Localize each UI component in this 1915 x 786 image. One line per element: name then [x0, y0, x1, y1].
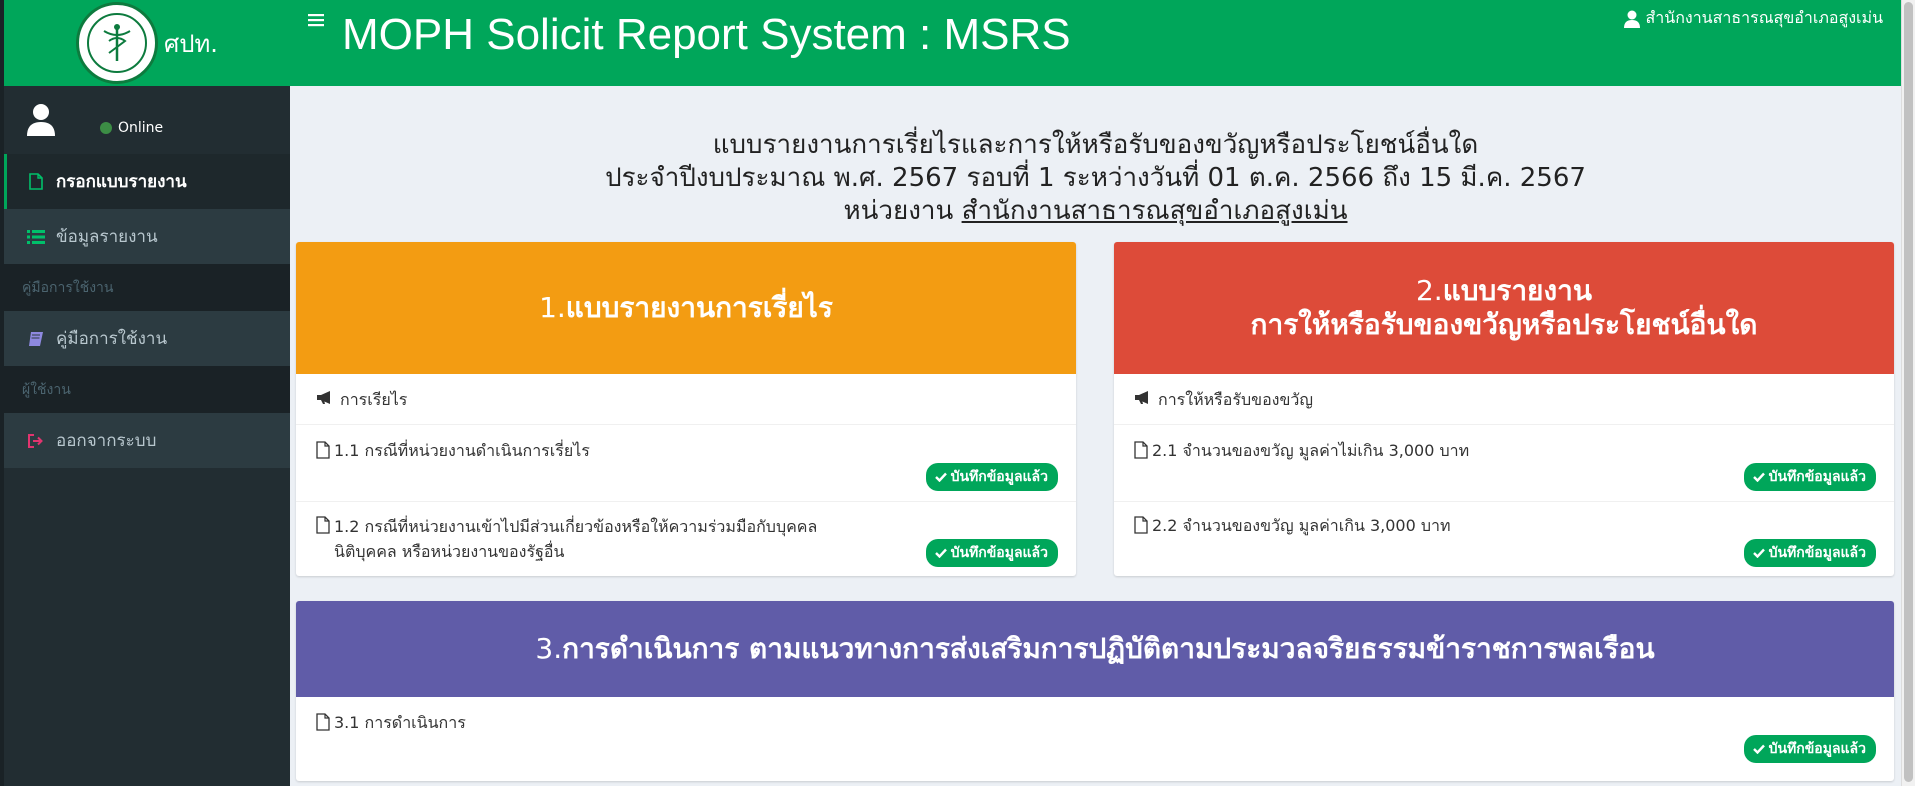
bullhorn-icon — [1135, 391, 1148, 404]
file-icon — [24, 173, 48, 190]
sign-out-icon — [24, 433, 48, 448]
list-item[interactable]: 2.2 จำนวนของขวัญ มูลค่าเกิน 3,000 บาท บั… — [1114, 502, 1894, 576]
badge-label: บันทึกข้อมูลแล้ว — [950, 469, 1048, 485]
list-item[interactable]: 1.1 กรณีที่หน่วยงานดำเนินการเรี่ยไร บันท… — [296, 425, 1076, 502]
bullhorn-icon — [317, 391, 330, 404]
main-content: แบบรายงานการเรี่ยไรและการให้หรือรับของขว… — [290, 86, 1901, 786]
sidebar-header-manual: คู่มือการใช้งาน — [4, 264, 290, 311]
panel-gift-header: 2.แบบรายงาน การให้หรือรับของขวัญหรือประโ… — [1114, 242, 1894, 374]
badge-label: บันทึกข้อมูลแล้ว — [1768, 545, 1866, 561]
panel-title-line2: การให้หรือรับของขวัญหรือประโยชน์อื่นใด — [1250, 308, 1758, 341]
unit-prefix: หน่วยงาน — [843, 196, 962, 226]
unit-name: สำนักงานสาธารณสุขอำเภอสูงเม่น — [961, 196, 1348, 226]
sidebar-item-manual[interactable]: คู่มือการใช้งาน — [4, 311, 290, 366]
logo-area[interactable]: ศปท. — [4, 0, 290, 86]
status-badge: บันทึกข้อมูลแล้ว — [925, 539, 1058, 567]
ministry-seal-logo — [76, 2, 158, 84]
scrollbar-thumb[interactable] — [1904, 2, 1913, 782]
check-icon — [934, 548, 947, 558]
panel-ethics-header: 3.การดำเนินการ ตามแนวทางการส่งเสริมการปฏ… — [296, 601, 1894, 697]
sidebar-item-fill-report[interactable]: กรอกแบบรายงาน — [4, 154, 290, 209]
sidebar-item-label: คู่มือการใช้งาน — [56, 329, 168, 349]
item-label: 3.1 การดำเนินการ — [334, 713, 466, 732]
check-icon — [1752, 548, 1765, 558]
panel-title: แบบรายงานการเรี่ยไร — [565, 291, 833, 324]
sidebar-header-user: ผู้ใช้งาน — [4, 366, 290, 413]
panel-title: แบบรายงาน — [1442, 274, 1592, 307]
check-icon — [1752, 472, 1765, 482]
panel-subheader: การให้หรือรับของขวัญ — [1114, 374, 1894, 425]
list-icon — [24, 229, 48, 244]
subheader-label: การเรียไร — [340, 390, 408, 409]
item-label: 1.1 กรณีที่หน่วยงานดำเนินการเรี่ยไร — [334, 441, 590, 460]
logo-text: ศปท. — [164, 29, 218, 58]
file-icon — [1134, 441, 1148, 459]
file-icon — [316, 516, 330, 534]
item-label: 2.2 จำนวนของขวัญ มูลค่าเกิน 3,000 บาท — [1152, 516, 1451, 535]
user-menu[interactable]: สำนักงานสาธารณสุขอำเภอสูงเม่น — [1623, 6, 1884, 31]
check-icon — [934, 472, 947, 482]
panel-number: 1. — [539, 291, 566, 324]
list-item[interactable]: 3.1 การดำเนินการ บันทึกข้อมูลแล้ว — [296, 697, 1894, 781]
file-icon — [316, 441, 330, 459]
status-badge: บันทึกข้อมูลแล้ว — [925, 463, 1058, 491]
user-icon — [1623, 10, 1640, 28]
list-item[interactable]: 1.2 กรณีที่หน่วยงานเข้าไปมีส่วนเกี่ยวข้อ… — [296, 502, 1076, 576]
report-title-line3: หน่วยงาน สำนักงานสาธารณสุขอำเภอสูงเม่น — [290, 195, 1901, 228]
status-badge: บันทึกข้อมูลแล้ว — [1743, 735, 1876, 763]
top-header: MOPH Solicit Report System : MSRS สำนักง… — [290, 0, 1901, 86]
page-scrollbar[interactable] — [1901, 0, 1915, 786]
sidebar-item-label: ออกจากระบบ — [56, 431, 157, 451]
panel-number: 3. — [535, 632, 563, 665]
panel-title: การดำเนินการ ตามแนวทางการส่งเสริมการปฏิบ… — [562, 632, 1655, 665]
online-status: Online — [100, 120, 163, 136]
book-icon — [24, 331, 48, 347]
sidebar-item-logout[interactable]: ออกจากระบบ — [4, 413, 290, 468]
item-label-line2: นิติบุคคล หรือหน่วยงานของรัฐอื่น — [334, 542, 565, 561]
subheader-label: การให้หรือรับของขวัญ — [1158, 390, 1314, 409]
panel-number: 2. — [1415, 274, 1443, 307]
user-name-label: สำนักงานสาธารณสุขอำเภอสูงเม่น — [1645, 8, 1884, 27]
panel-ethics-practice: 3.การดำเนินการ ตามแนวทางการส่งเสริมการปฏ… — [296, 601, 1894, 781]
sidebar-item-label: กรอกแบบรายงาน — [56, 172, 187, 192]
menu-toggle-icon[interactable] — [308, 8, 324, 32]
panel-solicit-header: 1.แบบรายงานการเรี่ยไร — [296, 242, 1076, 374]
badge-label: บันทึกข้อมูลแล้ว — [1768, 741, 1866, 757]
caduceus-icon — [103, 24, 131, 61]
panel-subheader: การเรียไร — [296, 374, 1076, 425]
report-title-line2: ประจำปีงบประมาณ พ.ศ. 2567 รอบที่ 1 ระหว่… — [605, 163, 1586, 193]
panel-solicit-report: 1.แบบรายงานการเรี่ยไร การเรียไร 1.1 กรณี… — [296, 242, 1076, 576]
sidebar: ศปท. Online กรอกแบบรายงาน ข้อมูลรายงาน ค… — [0, 0, 290, 786]
online-status-label: Online — [118, 120, 164, 136]
user-avatar-icon — [26, 103, 56, 137]
badge-label: บันทึกข้อมูลแล้ว — [950, 545, 1048, 561]
file-icon — [1134, 516, 1148, 534]
check-icon — [1752, 744, 1765, 754]
file-icon — [316, 713, 330, 731]
status-badge: บันทึกข้อมูลแล้ว — [1743, 539, 1876, 567]
report-title-line1: แบบรายงานการเรี่ยไรและการให้หรือรับของขว… — [712, 130, 1479, 160]
report-title: แบบรายงานการเรี่ยไรและการให้หรือรับของขว… — [290, 129, 1901, 228]
item-label: 1.2 กรณีที่หน่วยงานเข้าไปมีส่วนเกี่ยวข้อ… — [334, 517, 818, 536]
list-item[interactable]: 2.1 จำนวนของขวัญ มูลค่าไม่เกิน 3,000 บาท… — [1114, 425, 1894, 502]
panel-gift-report: 2.แบบรายงาน การให้หรือรับของขวัญหรือประโ… — [1114, 242, 1894, 576]
badge-label: บันทึกข้อมูลแล้ว — [1768, 469, 1866, 485]
app-title: MOPH Solicit Report System : MSRS — [342, 10, 1071, 59]
item-label: 2.1 จำนวนของขวัญ มูลค่าไม่เกิน 3,000 บาท — [1152, 441, 1470, 460]
status-badge: บันทึกข้อมูลแล้ว — [1743, 463, 1876, 491]
user-panel: Online — [4, 86, 290, 154]
sidebar-item-label: ข้อมูลรายงาน — [56, 227, 158, 247]
sidebar-item-report-data[interactable]: ข้อมูลรายงาน — [4, 209, 290, 264]
online-dot-icon — [100, 122, 112, 134]
